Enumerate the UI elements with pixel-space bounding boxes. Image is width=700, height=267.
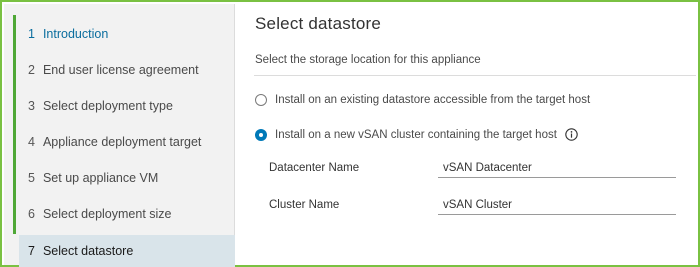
wizard: 1 Introduction 2 End user license agreem… <box>4 4 696 267</box>
info-icon[interactable] <box>565 128 578 141</box>
step-label: Appliance deployment target <box>42 135 202 149</box>
wizard-steps-sidebar: 1 Introduction 2 End user license agreem… <box>4 4 235 267</box>
page-title: Select datastore <box>255 14 382 33</box>
step-number: 2 <box>28 63 35 77</box>
step-number: 1 <box>28 27 35 41</box>
step-introduction[interactable]: 1 Introduction <box>19 18 235 50</box>
step-label: End user license agreement <box>42 63 199 77</box>
step-label: Select datastore <box>42 244 134 258</box>
page-description: Select the storage location for this app… <box>255 54 481 66</box>
step-set-up-appliance-vm[interactable]: 5 Set up appliance VM <box>19 162 235 194</box>
datacenter-name-label: Datacenter Name <box>269 162 360 174</box>
step-select-deployment-size[interactable]: 6 Select deployment size <box>19 198 235 230</box>
option-label: Install on an existing datastore accessi… <box>275 94 591 106</box>
step-select-datastore[interactable]: 7 Select datastore <box>19 235 235 267</box>
step-label: Select deployment type <box>42 99 173 113</box>
step-label: Select deployment size <box>42 207 172 221</box>
step-number: 6 <box>28 207 35 221</box>
step-number: 5 <box>28 171 35 185</box>
step-number: 7 <box>28 244 35 258</box>
step-label: Set up appliance VM <box>42 171 159 185</box>
cluster-name-input[interactable] <box>438 195 676 215</box>
step-number: 3 <box>28 99 35 113</box>
datacenter-name-input[interactable] <box>438 158 676 178</box>
step-select-deployment-type[interactable]: 3 Select deployment type <box>19 90 235 122</box>
new-vsan-cluster-radio[interactable] <box>255 128 267 141</box>
option-label: Install on a new vSAN cluster containing… <box>275 128 557 141</box>
cluster-name-label: Cluster Name <box>269 199 340 211</box>
completed-steps-rail <box>13 15 16 234</box>
step-label: Introduction <box>42 27 109 41</box>
existing-datastore-radio[interactable] <box>255 94 267 106</box>
option-existing-datastore[interactable]: Install on an existing datastore accessi… <box>255 94 590 106</box>
option-new-vsan-cluster[interactable]: Install on a new vSAN cluster containing… <box>255 128 578 141</box>
step-number: 4 <box>28 135 35 149</box>
wizard-content: Select datastore Select the storage loca… <box>235 4 696 265</box>
step-appliance-deployment-target[interactable]: 4 Appliance deployment target <box>19 126 235 158</box>
step-end-user-license-agreement[interactable]: 2 End user license agreement <box>19 54 235 86</box>
header-divider <box>254 75 696 76</box>
